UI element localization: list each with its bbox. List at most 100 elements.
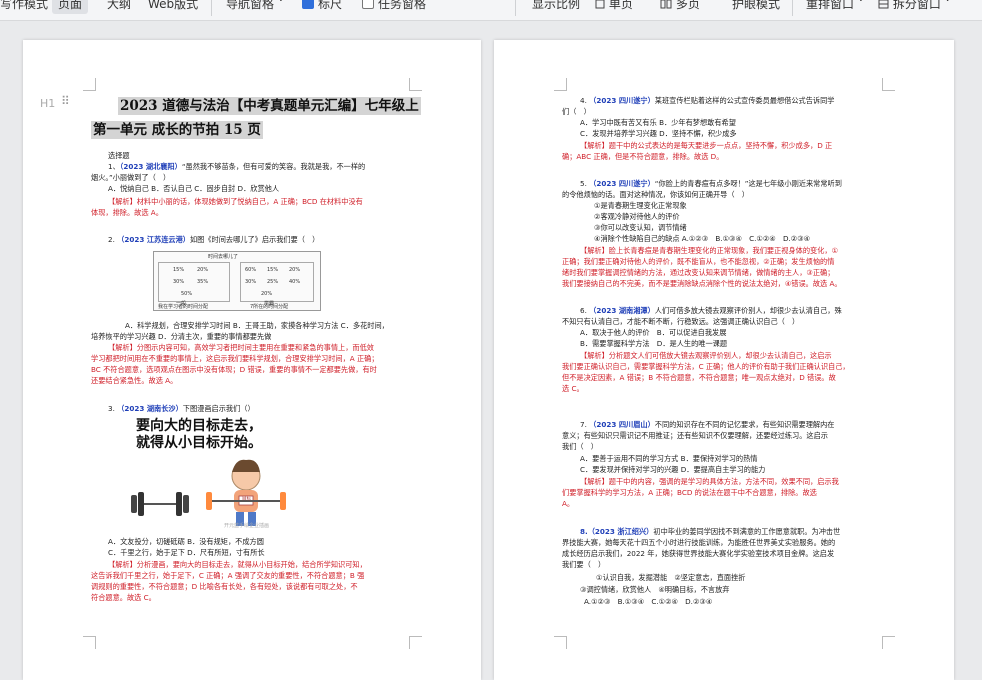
margin-mark (409, 636, 422, 649)
question-1-analysis-cont: 体现，排除。故选 A。 (91, 208, 163, 217)
question-3-analysis-cont: 符合题意。故选 C。 (91, 593, 156, 602)
table-cell: 30% (245, 279, 257, 285)
question-6-analysis: 【解析】分析题文人们可借放大镜去观察评价别人，却很少去认清自己，这启示 (580, 351, 832, 360)
zoom-button[interactable]: 显示比例 (532, 0, 580, 14)
question-8-statement: ①认识自我，发掘潜能 ②坚定意志，直面挫折 (596, 573, 746, 582)
question-3-analysis-cont: 这告诉我们千里之行，始于足下，C 正确；A 强调了交友的重要性，不符合题意；B … (91, 571, 365, 580)
question-8-statement: ③调控情绪，欣赏他人 ④明确目标，不言放弃 (580, 585, 730, 594)
figure-caption: 7所在的时间分配 (250, 304, 289, 310)
question-7-options: A．要善于运用不同的学习方式 B．要保持对学习的热情 (580, 454, 758, 463)
question-6-analysis-cont: 但不是决定因素，A 错误；B 不符合题意，不符合题意；唯一观点太绝对，D 错误。… (562, 373, 836, 382)
drag-handle-icon[interactable]: ⠿ (61, 94, 70, 108)
multi-page-label: 多页 (675, 0, 700, 11)
question-5-statement: ③你可以改变认知，调节情绪 (594, 223, 687, 232)
question-5-analysis: 【解析】脸上长青春痘是青春期生理变化的正常现象，我们要正视身体的变化，① (580, 246, 839, 255)
question-3: 3. （2023 湖南长沙）下图漫画启示我们（） (108, 404, 255, 413)
margin-mark (554, 636, 567, 649)
multi-page-icon (660, 0, 672, 9)
question-6-analysis-cont: 我们要正确认识自己，需要掌握科学方法，C 正确；他人的评价有助于我们正确认识自己… (562, 362, 850, 371)
question-8-cont: 界技能大赛，她每天花十四五个小时进行技能训练，为能胜任世界美丈实验服务。她的 (562, 538, 836, 547)
table-cell: 30% (173, 279, 185, 285)
question-7-cont: 意义；有些知识只需识记不用推证；还有些知识不仅要理解，还要经过练习。这启示 (562, 431, 828, 440)
question-2-analysis: 【解析】分图示内容可知，高效学习者把时间主要用在重要和紧急的事情上，而低效 (108, 343, 374, 352)
heading-level-icon[interactable]: H1 (40, 97, 55, 110)
table-cell: 15% (267, 267, 279, 273)
checkbox-unchecked-icon (362, 0, 374, 9)
margin-mark (83, 636, 96, 649)
document-page-2[interactable]: 4. （2023 四川遂宁）某班宣传栏贴着这样的公式宣传委员最想借公式告诉同学 … (494, 40, 954, 680)
question-1: 1、（2023 湖北襄阳）“虽然我不够苗条，但有可爱的笑容。我就是我，不一样的 (108, 162, 366, 171)
question-3-options: A．文友投分，切磋砥砺 B．没有规矩，不成方圆 (108, 537, 264, 546)
table-cell: 20% (289, 267, 301, 273)
question-4-analysis: 【解析】题干中的公式表达的是每天要进步一点点，坚持不懈，积少成多，D 正 (580, 141, 833, 150)
nav-pane-button[interactable]: 导航窗格 ˅ (226, 0, 284, 14)
table-topstudent: 60% 15% 20% 30% 25% 40% 20% (240, 262, 314, 302)
task-pane-label: 任务窗格 (378, 0, 427, 11)
question-5-analysis-cont: 绪时我们要掌握调控情绪的方法，通过改变认知来调节情绪，做情绪的主人，③正确； (562, 268, 835, 277)
eye-care-button[interactable]: 护眼模式 (732, 0, 780, 14)
question-5-cont: 的令他烦恼的话。面对这种情况，你该如何正确开导（ ） (562, 190, 749, 199)
question-6-options-cont: B．需要掌握科学方法 D．是人生的唯一课题 (580, 339, 728, 348)
rearrange-window-button[interactable]: 重排窗口 ˅ (806, 0, 864, 14)
cartoon-caption-1: 要向大的目标走去， (136, 418, 262, 434)
margin-mark (83, 78, 96, 91)
question-4-options: A．学习中既有苦又有乐 B．少年有梦想敢有希望 (580, 118, 736, 127)
split-window-icon (878, 0, 889, 9)
question-1-cont: 烟火。”小丽做到了（ ） (91, 173, 171, 182)
single-page-icon (595, 0, 605, 9)
question-6-analysis-cont: 选 C。 (562, 384, 584, 393)
question-8-cont: 我们要（ ） (562, 560, 606, 569)
view-toolbar: 写作模式 页面 大纲 Web版式 导航窗格 ˅ 标尺 任务窗格 显示比例 单页 … (0, 0, 982, 21)
chevron-down-icon: ˅ (857, 0, 864, 11)
ruler-checkbox[interactable]: 标尺 (302, 0, 342, 14)
table-cell: 20% (261, 291, 273, 297)
table-cell: 40% (289, 279, 301, 285)
ruler-label: 标尺 (318, 0, 343, 11)
nav-pane-label: 导航窗格 (226, 0, 275, 11)
figure-caption: 我在学习者的时间分配 (158, 304, 209, 310)
question-5: 5. （2023 四川遂宁）“你脸上的青春痘有点多呀！”这是七年级小刚近来常常听… (580, 179, 842, 188)
chevron-down-icon: ˅ (944, 0, 951, 11)
margin-mark (882, 636, 895, 649)
question-2: 2. （2023 江苏连云港）如图《时间去哪儿了》启示我们要（ ） (108, 235, 320, 244)
question-8-cont: 成长经历启示我们，2022 年，她获得世界技能大赛化学实验室技术项目金牌。这启发 (562, 549, 835, 558)
split-window-button[interactable]: 拆分窗口 ˅ (878, 0, 951, 14)
question-2-options: A．科学规划，合理安排学习时间 B．王哥王助，家摸各种学习方法 C．多花时间， (125, 321, 389, 330)
multi-page-button[interactable]: 多页 (660, 0, 700, 14)
margin-mark (554, 78, 567, 91)
question-2-analysis-cont: 学习都把时间用在不重要的事情上，这启示我们要科学规划，合理安排学习时间，A 正确… (91, 354, 379, 363)
question-5-analysis-cont: 正确；我们要正确对待他人的评价，既不能盲从，也不能忽视，②正确；发生烦恼的情 (562, 257, 835, 266)
question-7-analysis-cont: A。 (562, 499, 575, 508)
question-1-analysis: 【解析】材料中小丽的话，体现她做到了悦纳自己，A 正确；BCD 在材料中没有 (108, 197, 363, 206)
table-cell: 15% (173, 267, 185, 273)
table-cell: 60% (245, 267, 257, 273)
question-8: 8.（2023 浙江绍兴）初中毕业的姜同学因找不到满意的工作愿意就职。为冲击世 (580, 527, 841, 536)
outline-view-button[interactable]: 大纲 (107, 0, 131, 14)
single-page-button[interactable]: 单页 (595, 0, 633, 14)
checkbox-checked-icon (302, 0, 314, 9)
page-view-button[interactable]: 页面 (52, 0, 89, 14)
question-4-analysis-cont: 确；ABC 正确，但是不符合题意，排除。故选 D。 (562, 152, 724, 161)
section-heading: 选择题 (108, 151, 130, 160)
task-pane-checkbox[interactable]: 任务窗格 (362, 0, 426, 14)
question-7-analysis: 【解析】题干中的内容，强调的是学习的具体方法，方法不同，效果不同，启示我 (580, 477, 839, 486)
web-layout-button[interactable]: Web版式 (148, 0, 198, 14)
question-8-options: A.①②③ B.①③④ C.①②④ D.②③④ (584, 597, 713, 606)
writing-mode-button[interactable]: 写作模式 (0, 0, 48, 14)
question-6-options: A．取决于他人的评价 B．可以促进自我发展 (580, 328, 727, 337)
rearrange-window-label: 重排窗口 (806, 0, 855, 11)
question-2-analysis-cont: BC 不符合题意，选项观点在图示中没有体现；D 错误，重要的事情不一定都要先做，… (91, 365, 377, 374)
question-4-options-cont: C．发现并培养学习兴趣 D．坚持不懈，积少成多 (580, 129, 737, 138)
question-4: 4. （2023 四川遂宁）某班宣传栏贴着这样的公式宣传委员最想借公式告诉同学 (580, 96, 835, 105)
table-cell: 50% (181, 291, 193, 297)
question-1-options: A．悦纳自己 B．否认自己 C．固步自封 D．欣赏他人 (108, 184, 280, 193)
question-7-options-cont: C．要发现并保持对学习的兴趣 D．要提高自主学习的能力 (580, 465, 766, 474)
question-7-analysis-cont: 们要掌握科学的学习方法，A 正确；BCD 的说法在题干中不合题意，排除。故选 (562, 488, 817, 497)
image-watermark: 开元蓝手绘企业插画 (224, 523, 270, 529)
question-7-cont: 我们（ ） (562, 442, 598, 451)
margin-mark (409, 78, 422, 91)
split-window-label: 拆分窗口 (892, 0, 941, 11)
table-normal: 15% 20% 30% 35% 50% (158, 262, 230, 302)
document-page-1[interactable]: H1 ⠿ 2023 道德与法治【中考真题单元汇编】七年级上 第一单元 成长的节拍… (23, 40, 481, 680)
weightlifter-illustration (131, 459, 286, 526)
